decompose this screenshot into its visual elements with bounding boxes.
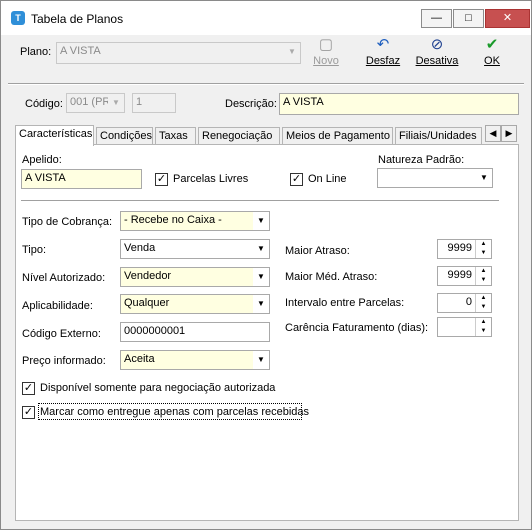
tab-condicoes[interactable]: Condições bbox=[96, 127, 153, 145]
new-record-icon: ▢ bbox=[318, 36, 334, 53]
undo-icon: ↶ bbox=[376, 36, 390, 53]
tab-meios-de-pagamento[interactable]: Meios de Pagamento bbox=[282, 127, 393, 145]
maior-atraso-label: Maior Atraso: bbox=[285, 245, 350, 257]
codigo-sequence-field: 1 bbox=[132, 93, 176, 113]
online-checkbox[interactable]: ✓ bbox=[290, 173, 303, 186]
checkmark-icon: ✓ bbox=[156, 173, 167, 185]
parcelas-livres-label: Parcelas Livres bbox=[173, 173, 249, 185]
close-button[interactable]: ✕ bbox=[485, 9, 530, 28]
plan-table-window: T Tabela de Planos — □ ✕ Plano: A VISTA … bbox=[0, 0, 532, 530]
descricao-label: Descrição: bbox=[225, 98, 277, 110]
parcelas-livres-checkbox[interactable]: ✓ bbox=[155, 173, 168, 186]
codigo-value: 001 (PR bbox=[70, 96, 111, 108]
carencia-label: Carência Faturamento (dias): bbox=[285, 322, 429, 334]
chevron-down-icon: ▼ bbox=[108, 94, 124, 112]
natureza-combo[interactable]: ▼ bbox=[377, 168, 493, 188]
chevron-down-icon: ▼ bbox=[253, 240, 269, 258]
tipo-cobranca-combo[interactable]: - Recebe no Caixa - ▼ bbox=[120, 211, 270, 231]
desfaz-button-label: Desfaz bbox=[365, 55, 401, 67]
aplicabilidade-value: Qualquer bbox=[124, 297, 170, 309]
nivel-autorizado-label: Nível Autorizado: bbox=[22, 272, 106, 284]
apelido-field[interactable]: A VISTA bbox=[21, 169, 142, 189]
disable-icon: ⊘ bbox=[430, 36, 444, 53]
preco-informado-value: Aceita bbox=[124, 353, 155, 365]
disponivel-label: Disponível somente para negociação autor… bbox=[40, 382, 276, 394]
maior-atraso-spinner[interactable]: 9999 ▲ ▼ bbox=[437, 239, 492, 259]
spinner-arrows-icon: ▲ ▼ bbox=[475, 318, 491, 336]
tab-scroll-right-icon[interactable]: ▶ bbox=[501, 125, 517, 142]
nivel-autorizado-combo[interactable]: Vendedor ▼ bbox=[120, 267, 270, 287]
chevron-down-icon: ▼ bbox=[253, 268, 269, 286]
header-separator bbox=[8, 83, 524, 85]
maior-med-atraso-value: 9999 bbox=[447, 269, 472, 281]
checkmark-icon: ✓ bbox=[291, 173, 302, 185]
aplicabilidade-label: Aplicabilidade: bbox=[22, 300, 93, 312]
chevron-down-icon: ▼ bbox=[253, 351, 269, 369]
maior-med-atraso-label: Maior Méd. Atraso: bbox=[285, 271, 378, 283]
tipo-cobranca-value: - Recebe no Caixa - bbox=[124, 214, 222, 226]
panel-separator bbox=[21, 200, 499, 202]
online-label: On Line bbox=[308, 173, 347, 185]
tipo-combo[interactable]: Venda ▼ bbox=[120, 239, 270, 259]
chevron-down-icon: ▼ bbox=[253, 295, 269, 313]
codigo-externo-label: Código Externo: bbox=[22, 328, 101, 340]
desfaz-button[interactable]: ↶ Desfaz bbox=[363, 37, 403, 71]
codigo-label: Código: bbox=[25, 98, 63, 110]
window-title: Tabela de Planos bbox=[31, 12, 124, 26]
descricao-field[interactable]: A VISTA bbox=[279, 93, 519, 115]
chevron-down-icon: ▼ bbox=[284, 43, 300, 63]
tab-taxas[interactable]: Taxas bbox=[155, 127, 196, 145]
tipo-label: Tipo: bbox=[22, 244, 47, 256]
spinner-arrows-icon: ▲ ▼ bbox=[475, 294, 491, 312]
chevron-down-icon: ▼ bbox=[253, 212, 269, 230]
title-bar: T Tabela de Planos — □ ✕ bbox=[1, 1, 531, 35]
disponivel-checkbox[interactable]: ✓ bbox=[22, 382, 35, 395]
codigo-externo-field[interactable]: 0000000001 bbox=[120, 322, 270, 342]
intervalo-parcelas-spinner[interactable]: 0 ▲ ▼ bbox=[437, 293, 492, 313]
nivel-autorizado-value: Vendedor bbox=[124, 270, 172, 282]
plano-combo[interactable]: A VISTA ▼ bbox=[56, 42, 301, 64]
tipo-cobranca-label: Tipo de Cobrança: bbox=[22, 216, 113, 228]
natureza-label: Natureza Padrão: bbox=[378, 154, 465, 166]
tab-renegociacao[interactable]: Renegociação bbox=[198, 127, 280, 145]
spinner-arrows-icon: ▲ ▼ bbox=[475, 267, 491, 285]
intervalo-parcelas-value: 0 bbox=[465, 296, 472, 308]
ok-button[interactable]: ✔ OK bbox=[477, 37, 507, 71]
preco-informado-combo[interactable]: Aceita ▼ bbox=[120, 350, 270, 370]
checkmark-icon: ✓ bbox=[23, 406, 34, 418]
minimize-button[interactable]: — bbox=[421, 9, 452, 28]
app-icon: T bbox=[11, 11, 25, 25]
preco-informado-label: Preço informado: bbox=[22, 355, 106, 367]
novo-button[interactable]: ▢ Novo bbox=[306, 37, 346, 71]
plano-value: A VISTA bbox=[60, 45, 101, 57]
novo-button-label: Novo bbox=[313, 55, 339, 67]
desativa-button-label: Desativa bbox=[415, 55, 459, 67]
maximize-button[interactable]: □ bbox=[453, 9, 484, 28]
checkmark-icon: ✓ bbox=[23, 382, 34, 394]
tab-filiais-unidades[interactable]: Filiais/Unidades bbox=[395, 127, 482, 145]
spinner-arrows-icon: ▲ ▼ bbox=[475, 240, 491, 258]
checkmark-icon: ✔ bbox=[485, 36, 499, 53]
marcar-entregue-label: Marcar como entregue apenas com parcelas… bbox=[40, 406, 310, 418]
intervalo-parcelas-label: Intervalo entre Parcelas: bbox=[285, 297, 405, 309]
maior-atraso-value: 9999 bbox=[447, 242, 472, 254]
codigo-combo[interactable]: 001 (PR ▼ bbox=[66, 93, 125, 113]
tab-strip: Características Condições Taxas Renegoci… bbox=[15, 125, 520, 146]
marcar-entregue-checkbox[interactable]: ✓ bbox=[22, 406, 35, 419]
chevron-down-icon: ▼ bbox=[476, 169, 492, 187]
aplicabilidade-combo[interactable]: Qualquer ▼ bbox=[120, 294, 270, 314]
plano-label: Plano: bbox=[20, 46, 52, 58]
apelido-label: Apelido: bbox=[22, 154, 62, 166]
tipo-value: Venda bbox=[124, 242, 156, 254]
tab-caracteristicas[interactable]: Características bbox=[15, 125, 94, 146]
ok-button-label: OK bbox=[484, 55, 500, 67]
tab-scroll-left-icon[interactable]: ◀ bbox=[485, 125, 501, 142]
desativa-button[interactable]: ⊘ Desativa bbox=[413, 37, 461, 71]
carencia-spinner[interactable]: ▲ ▼ bbox=[437, 317, 492, 337]
maior-med-atraso-spinner[interactable]: 9999 ▲ ▼ bbox=[437, 266, 492, 286]
